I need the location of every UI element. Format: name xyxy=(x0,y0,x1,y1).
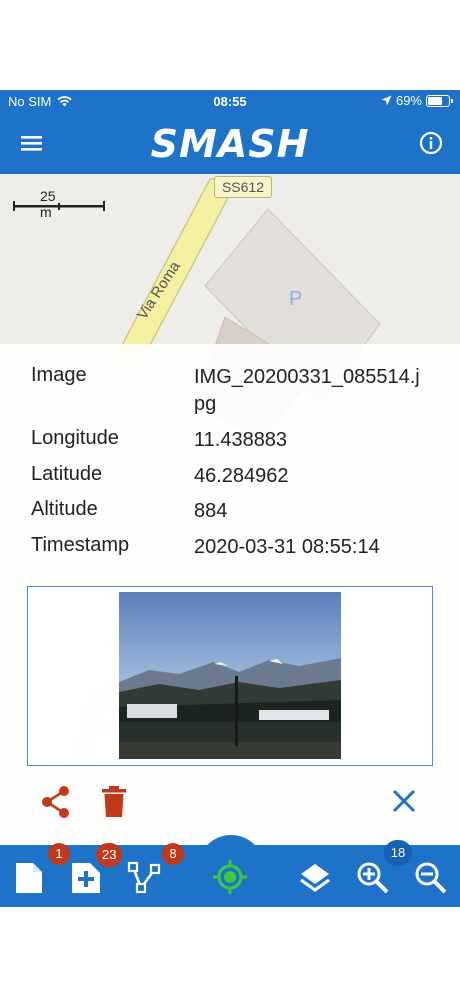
bottom-blank-area xyxy=(0,907,460,996)
share-icon xyxy=(42,786,69,818)
notes-count-badge: 1 xyxy=(48,843,70,865)
mountain-photo xyxy=(119,592,341,759)
info-value: 11.438883 xyxy=(194,429,288,451)
info-key: Image xyxy=(31,364,87,386)
zoom-out-icon xyxy=(415,862,447,894)
photo-thumbnail[interactable] xyxy=(119,592,341,759)
scale-ruler xyxy=(13,201,105,211)
battery-percent: 69% xyxy=(395,93,422,108)
app-title: SMASH xyxy=(150,122,310,166)
layers-button[interactable] xyxy=(297,860,333,896)
info-value: 46.284962 xyxy=(194,465,289,487)
status-bar: No SIM 08:55 69% xyxy=(0,90,460,112)
gps-target-icon xyxy=(213,860,247,894)
add-note-count-badge: 23 xyxy=(96,843,123,867)
delete-icon xyxy=(102,786,126,817)
info-key: Altitude xyxy=(31,498,98,520)
app-bar: SMASH xyxy=(0,112,460,174)
parking-label: P xyxy=(289,288,303,310)
close-icon xyxy=(392,789,416,813)
info-value: 2020-03-31 08:55:14 xyxy=(194,536,380,558)
info-key: Timestamp xyxy=(31,534,130,556)
road-ref-label: SS612 xyxy=(214,176,272,198)
delete-button[interactable] xyxy=(98,784,130,820)
battery-icon xyxy=(426,94,453,107)
zoom-in-button[interactable] xyxy=(355,860,391,896)
note-icon xyxy=(16,863,42,893)
zoom-in-icon xyxy=(357,862,389,894)
info-button[interactable] xyxy=(418,130,444,156)
info-value: 884 xyxy=(194,500,228,522)
layers-icon xyxy=(300,864,330,892)
top-blank-area xyxy=(0,0,460,90)
zoom-level-badge: 18 xyxy=(384,840,412,866)
location-arrow-icon xyxy=(381,95,392,106)
info-icon xyxy=(419,131,443,155)
close-button[interactable] xyxy=(388,785,420,817)
info-key: Longitude xyxy=(31,427,119,449)
share-button[interactable] xyxy=(38,784,74,820)
info-key: Latitude xyxy=(31,463,103,485)
gps-logs-button[interactable] xyxy=(126,860,162,896)
notes-button[interactable] xyxy=(12,860,46,896)
add-note-icon xyxy=(72,863,100,893)
gps-logs-count-badge: 8 xyxy=(162,843,184,865)
zoom-out-button[interactable] xyxy=(413,860,449,896)
gps-center-button[interactable] xyxy=(211,858,249,896)
add-note-button[interactable] xyxy=(68,860,104,896)
info-value: IMG_20200331_085514.jpg xyxy=(194,366,420,415)
gps-log-icon xyxy=(127,861,161,894)
